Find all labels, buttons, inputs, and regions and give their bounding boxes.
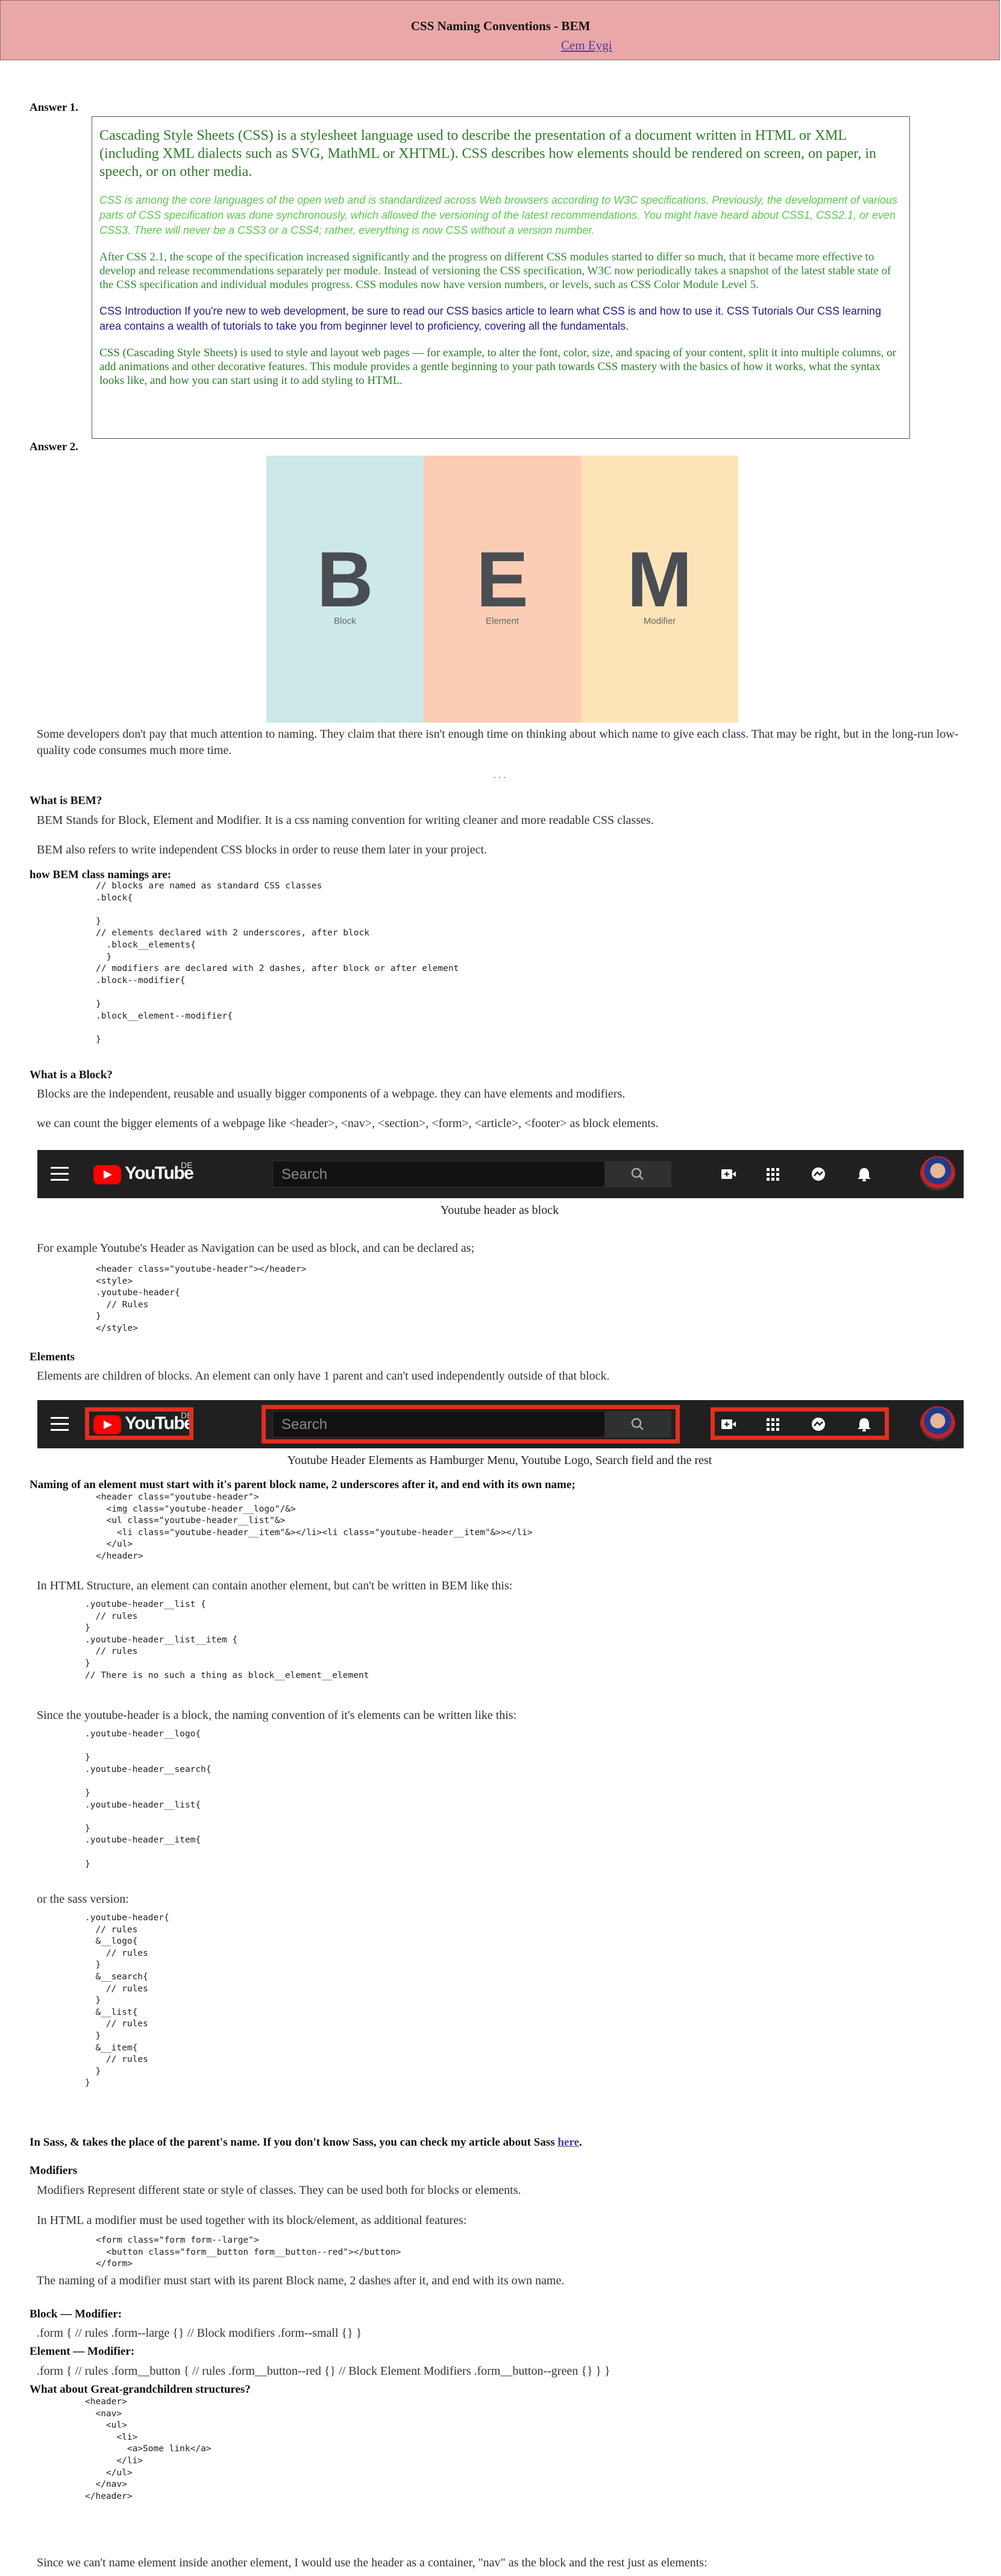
sass-article-link[interactable]: here	[557, 2136, 579, 2149]
answer2-heading: Answer 2.	[30, 441, 78, 453]
modifiers-p1: Modifiers Represent different state or s…	[37, 2184, 521, 2197]
page-title: CSS Naming Conventions - BEM	[410, 19, 591, 33]
messages-icon[interactable]	[811, 1167, 826, 1181]
block-p2: we can count the bigger elements of a we…	[37, 1117, 659, 1130]
answer1-heading: Answer 1.	[30, 101, 78, 114]
greatgrand-p1: Since we can't name element inside anoth…	[37, 2556, 708, 2569]
user-avatar[interactable]	[920, 1156, 955, 1191]
what-is-bem-p1: BEM Stands for Block, Element and Modifi…	[37, 814, 654, 827]
element-modifier-text: .form { // rules .form__button { // rule…	[37, 2364, 610, 2378]
block-heading: What is a Block?	[30, 1069, 113, 1081]
youtube-region: DE	[181, 1160, 193, 1170]
answer1-box: Cascading Style Sheets (CSS) is a styles…	[92, 116, 910, 439]
hamburger-menu-icon[interactable]	[51, 1167, 69, 1181]
apps-grid-icon[interactable]	[765, 1167, 781, 1181]
notifications-bell-icon[interactable]	[856, 1167, 872, 1181]
modifiers-p2: In HTML a modifier must be used together…	[37, 2214, 467, 2227]
greatgrand-heading: What about Great-grandchildren structure…	[30, 2383, 251, 2396]
greatgrand-code: <header> <nav> <ul> <li> <a>Some link</a…	[85, 2397, 212, 2501]
separator: · · ·	[493, 774, 506, 783]
bem-word-modifier: Modifier	[643, 616, 676, 626]
answer1-paragraph-2: CSS is among the core languages of the o…	[99, 194, 898, 236]
user-avatar[interactable]	[920, 1406, 955, 1441]
highlight-icons-box	[711, 1407, 889, 1440]
block-p3: For example Youtube's Header as Navigati…	[37, 1242, 475, 1255]
elements-code-1: <header class="youtube-header"> <img cla…	[96, 1492, 533, 1561]
sass-note: In Sass, & takes the place of the parent…	[30, 2136, 970, 2149]
answer1-paragraph-1: Cascading Style Sheets (CSS) is a styles…	[99, 128, 876, 180]
block-modifier-text: .form { // rules .form--large {} // Bloc…	[37, 2326, 362, 2340]
answer1-paragraph-4: CSS Introduction If you're new to web de…	[99, 305, 882, 332]
elements-heading: Elements	[30, 1351, 75, 1363]
modifiers-code: <form class="form form--large"> <button …	[96, 2235, 401, 2269]
page-header: CSS Naming Conventions - BEM Cem Eygi	[0, 0, 1000, 60]
elements-code-4: .youtube-header{ // rules &__logo{ // ru…	[85, 1913, 169, 2088]
author-link[interactable]: Cem Eygi	[561, 38, 612, 53]
youtube-block-caption: Youtube header as block	[440, 1204, 559, 1217]
elements-p1: Elements are children of blocks. An elem…	[37, 1369, 610, 1383]
answer1-paragraph-3: After CSS 2.1, the scope of the specific…	[99, 251, 891, 291]
bem-block-column: B Block	[266, 456, 424, 723]
elements-code-3: .youtube-header__logo{ } .youtube-header…	[85, 1729, 212, 1869]
bem-letter-m: M	[627, 535, 692, 623]
bem-modifier-column: M Modifier	[581, 456, 738, 723]
highlight-search-box	[262, 1405, 680, 1444]
bem-word-element: Element	[485, 616, 519, 626]
elements-p4: or the sass version:	[37, 1893, 129, 1906]
bem-letter-b: B	[316, 535, 374, 623]
what-is-bem-p2: BEM also refers to write independent CSS…	[37, 843, 488, 856]
bem-image: B Block E Element M Modifier	[266, 456, 738, 723]
modifiers-heading: Modifiers	[30, 2164, 78, 2177]
block-code: <header class="youtube-header"></header>…	[96, 1264, 307, 1333]
youtube-header-1: YouTube DE Search	[37, 1150, 964, 1198]
namings-heading: how BEM class namings are:	[30, 869, 172, 881]
modifiers-p3: The naming of a modifier must start with…	[37, 2274, 565, 2287]
elements-p2: In HTML Structure, an element can contai…	[37, 1579, 513, 1592]
youtube-search-input[interactable]: Search	[272, 1161, 605, 1187]
search-icon	[631, 1167, 644, 1180]
block-p1: Blocks are the independent, reusable and…	[37, 1087, 626, 1101]
answer1-paragraph-5: CSS (Cascading Style Sheets) is used to …	[99, 347, 897, 387]
youtube-search-button[interactable]	[605, 1161, 671, 1187]
highlight-logo-box	[85, 1407, 193, 1440]
bem-word-block: Block	[334, 616, 356, 626]
create-video-icon[interactable]	[720, 1167, 736, 1181]
elements-code-2: .youtube-header__list { // rules } .yout…	[85, 1600, 369, 1680]
sass-note-end: .	[579, 2136, 582, 2149]
youtube-elements-caption: Youtube Header Elements as Hamburger Men…	[287, 1454, 712, 1467]
element-naming-heading: Naming of an element must start with it'…	[30, 1478, 576, 1491]
elements-p3: Since the youtube-header is a block, the…	[37, 1709, 517, 1722]
what-is-bem-heading: What is BEM?	[30, 794, 102, 807]
sass-note-text: In Sass, & takes the place of the parent…	[30, 2136, 555, 2149]
intro-paragraph: Some developers don't pay that much atte…	[37, 727, 959, 757]
youtube-logo-icon[interactable]	[93, 1165, 121, 1184]
element-modifier-heading: Element — Modifier:	[30, 2345, 135, 2358]
hamburger-menu-icon[interactable]	[51, 1417, 69, 1431]
block-modifier-heading: Block — Modifier:	[30, 2308, 122, 2320]
namings-code: // blocks are named as standard CSS clas…	[96, 881, 459, 1045]
bem-letter-e: E	[476, 535, 529, 623]
youtube-header-2: YouTube DE Search	[37, 1400, 964, 1448]
bem-element-column: E Element	[424, 456, 581, 723]
